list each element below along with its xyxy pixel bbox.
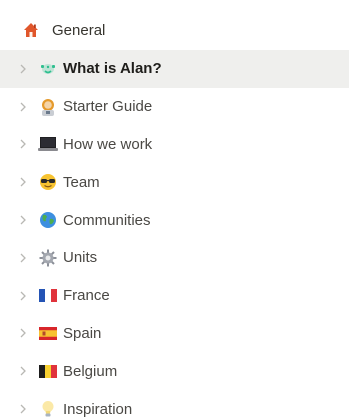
sidebar-item-label: Inspiration [63,400,133,418]
gear-icon[interactable] [38,248,58,268]
chevron-right-icon[interactable] [16,402,30,416]
sidebar-item-how-we-work[interactable]: How we work [0,126,349,164]
chevron-right-icon[interactable] [16,326,30,340]
globe-icon[interactable] [38,210,58,230]
sidebar-item-label: France [63,287,110,305]
alien-face-icon[interactable] [38,59,58,79]
sidebar-item-communities[interactable]: Communities [0,201,349,239]
sidebar-item-units[interactable]: Units [0,239,349,277]
house-icon [23,22,39,38]
sunglasses-face-icon[interactable] [38,172,58,192]
sidebar-item-what-is-alan[interactable]: What is Alan? [0,50,349,88]
sidebar-item-belgium[interactable]: Belgium [0,352,349,390]
astronaut-icon[interactable] [38,97,58,117]
spain-flag-icon[interactable] [38,323,58,343]
laptop-icon[interactable] [38,134,58,154]
sidebar-item-label: What is Alan? [63,60,162,78]
chevron-right-icon[interactable] [16,364,30,378]
chevron-right-icon[interactable] [16,213,30,227]
chevron-right-icon[interactable] [16,62,30,76]
chevron-right-icon[interactable] [16,251,30,265]
sidebar-item-label: Belgium [63,362,118,380]
sidebar-item-starter-guide[interactable]: Starter Guide [0,88,349,126]
sidebar-item-spain[interactable]: Spain [0,315,349,353]
section-title: General [52,21,106,39]
belgium-flag-icon[interactable] [38,361,58,381]
chevron-right-icon[interactable] [16,137,30,151]
sidebar-item-label: Team [63,173,100,191]
sidebar-item-label: Starter Guide [63,98,153,116]
chevron-right-icon[interactable] [16,175,30,189]
light-bulb-icon[interactable] [38,399,58,419]
sidebar-item-team[interactable]: Team [0,163,349,201]
chevron-right-icon[interactable] [16,289,30,303]
chevron-right-icon[interactable] [16,100,30,114]
sidebar-item-france[interactable]: France [0,277,349,315]
sidebar-item-inspiration[interactable]: Inspiration [0,390,349,420]
sidebar: General What is Alan? Starter Guide How … [0,0,349,420]
sidebar-item-label: Units [63,249,98,267]
page-list: What is Alan? Starter Guide How we work … [0,50,349,420]
sidebar-item-label: How we work [63,135,153,153]
france-flag-icon[interactable] [38,286,58,306]
sidebar-item-label: Spain [63,324,102,342]
section-header-general[interactable]: General [0,12,349,48]
sidebar-item-label: Communities [63,211,151,229]
